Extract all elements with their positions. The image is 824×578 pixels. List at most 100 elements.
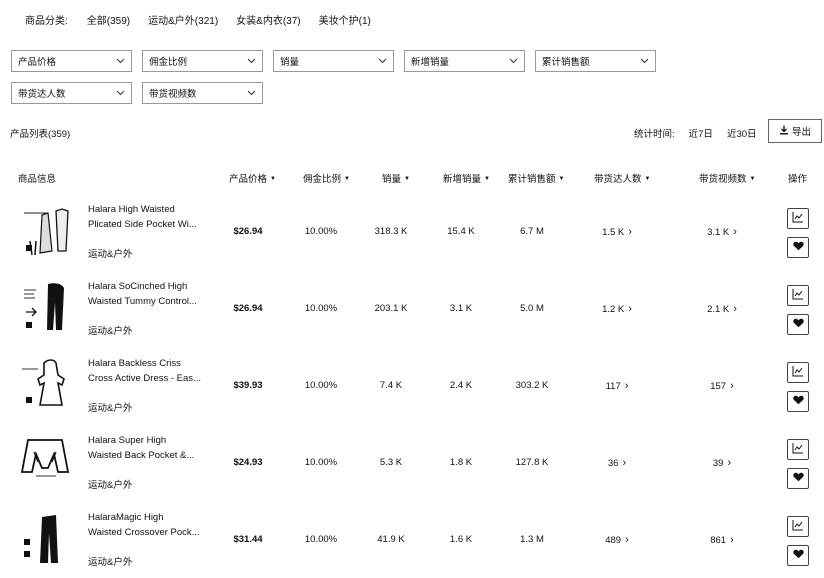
- trend-chart-button[interactable]: [787, 285, 809, 306]
- influencers-link[interactable]: 489 ›: [605, 534, 629, 546]
- product-thumbnail[interactable]: [18, 355, 72, 409]
- revenue-value: 303.2 K: [515, 380, 549, 391]
- product-name[interactable]: Halara SoCinched High Waisted Tummy Cont…: [88, 279, 206, 309]
- header-label: 累计销售额: [508, 174, 556, 185]
- chevron-down-icon: [377, 56, 387, 66]
- header-label: 佣金比例: [303, 174, 342, 185]
- header-actions: 操作: [788, 171, 807, 185]
- commission-value: 10.00%: [304, 226, 338, 237]
- filter-commission[interactable]: 佣金比例: [142, 50, 263, 72]
- filter-influencers[interactable]: 带货达人数: [11, 82, 132, 104]
- videos-link[interactable]: 861 ›: [710, 534, 734, 546]
- favorite-button[interactable]: [787, 391, 809, 412]
- header-revenue-sort[interactable]: 累计销售额 ▼: [508, 171, 564, 185]
- chevron-down-icon: [246, 56, 256, 66]
- trend-chart-icon: [792, 211, 804, 226]
- videos-link[interactable]: 39 ›: [713, 457, 731, 469]
- sales-value: 203.1 K: [374, 303, 408, 314]
- chevron-down-icon: [115, 88, 125, 98]
- product-name[interactable]: Halara Backless Criss Cross Active Dress…: [88, 356, 206, 386]
- product-category: 运动&户外: [88, 326, 133, 337]
- videos-link[interactable]: 157 ›: [710, 380, 734, 392]
- header-sales-sort[interactable]: 销量 ▼: [382, 171, 410, 185]
- filter-label: 产品价格: [18, 57, 57, 68]
- new-sales-value: 15.4 K: [447, 226, 475, 237]
- favorite-button[interactable]: [787, 545, 809, 566]
- sales-value: 318.3 K: [374, 226, 408, 237]
- commission-value: 10.00%: [304, 534, 338, 545]
- table-row: Halara Super High Waisted Back Pocket &.…: [0, 427, 824, 504]
- product-name[interactable]: HalaraMagic High Waisted Crossover Pock.…: [88, 510, 206, 540]
- price-value: $26.94: [233, 303, 263, 314]
- product-category: 运动&户外: [88, 557, 133, 568]
- category-label: 商品分类:: [25, 16, 68, 27]
- category-beauty[interactable]: 美妆个护(1): [319, 12, 371, 27]
- header-label: 带货视频数: [699, 174, 747, 185]
- header-label: 销量: [382, 174, 402, 185]
- influencers-value: 36: [607, 458, 619, 469]
- sort-caret-icon: ▼: [558, 176, 565, 183]
- chevron-right-icon: ›: [730, 534, 734, 546]
- favorite-button[interactable]: [787, 314, 809, 335]
- trend-chart-button[interactable]: [787, 362, 809, 383]
- table-row: Halara SoCinched High Waisted Tummy Cont…: [0, 273, 824, 350]
- videos-link[interactable]: 3.1 K ›: [707, 226, 737, 238]
- product-thumbnail[interactable]: [18, 201, 72, 256]
- trend-chart-button[interactable]: [787, 208, 809, 229]
- filter-revenue[interactable]: 累计销售额: [535, 50, 656, 72]
- filter-price[interactable]: 产品价格: [11, 50, 132, 72]
- revenue-value: 5.0 M: [520, 303, 544, 314]
- trend-chart-icon: [792, 519, 804, 534]
- filter-new-sales[interactable]: 新增销量: [404, 50, 525, 72]
- sales-value: 7.4 K: [379, 380, 403, 391]
- product-thumbnail[interactable]: [18, 432, 72, 486]
- influencers-link[interactable]: 117 ›: [606, 380, 629, 392]
- influencers-link[interactable]: 1.5 K ›: [602, 226, 632, 238]
- revenue-value: 127.8 K: [515, 457, 549, 468]
- product-thumbnail[interactable]: [18, 278, 72, 332]
- category-womens-underwear[interactable]: 女装&内衣(37): [236, 12, 300, 27]
- influencers-link[interactable]: 36 ›: [608, 457, 626, 469]
- favorite-button[interactable]: [787, 237, 809, 258]
- chevron-right-icon: ›: [624, 380, 629, 392]
- header-influencers-sort[interactable]: 带货达人数 ▼: [594, 171, 650, 185]
- product-name-line: Waisted Tummy Control...: [88, 296, 197, 307]
- favorite-button[interactable]: [787, 468, 809, 489]
- videos-link[interactable]: 2.1 K ›: [707, 303, 737, 315]
- videos-value: 157: [710, 381, 727, 392]
- sales-value: 5.3 K: [379, 457, 403, 468]
- product-name-line: Plicated Side Pocket Wi...: [88, 219, 197, 230]
- export-button[interactable]: 导出: [768, 119, 822, 143]
- table-row: Halara High Waisted Plicated Side Pocket…: [0, 196, 824, 273]
- stat-option-30d[interactable]: 近30日: [727, 126, 757, 140]
- category-all[interactable]: 全部(359): [87, 12, 130, 27]
- trend-chart-button[interactable]: [787, 439, 809, 460]
- category-bar: 商品分类: 全部(359) 运动&户外(321) 女装&内衣(37) 美妆个护(…: [25, 12, 389, 27]
- header-new-sales-sort[interactable]: 新增销量 ▼: [443, 171, 490, 185]
- influencers-link[interactable]: 1.2 K ›: [602, 303, 632, 315]
- header-videos-sort[interactable]: 带货视频数 ▼: [699, 171, 755, 185]
- product-name[interactable]: Halara High Waisted Plicated Side Pocket…: [88, 202, 206, 232]
- trend-chart-button[interactable]: [787, 516, 809, 537]
- new-sales-value: 1.6 K: [449, 534, 473, 545]
- product-thumbnail[interactable]: [18, 509, 72, 563]
- chevron-right-icon: ›: [733, 226, 737, 238]
- stat-option-7d[interactable]: 近7日: [689, 126, 713, 140]
- sort-caret-icon: ▼: [484, 176, 490, 183]
- product-name[interactable]: Halara Super High Waisted Back Pocket &.…: [88, 433, 206, 463]
- filter-videos[interactable]: 带货视频数: [142, 82, 263, 104]
- stat-label: 统计时间:: [634, 129, 675, 140]
- filter-sales[interactable]: 销量: [273, 50, 394, 72]
- sort-caret-icon: ▼: [644, 176, 651, 183]
- category-sports-outdoor[interactable]: 运动&户外(321): [148, 12, 218, 27]
- revenue-value: 1.3 M: [520, 534, 544, 545]
- new-sales-value: 3.1 K: [449, 303, 473, 314]
- chevron-right-icon: ›: [727, 457, 732, 469]
- header-price-sort[interactable]: 产品价格 ▼: [229, 171, 276, 185]
- influencers-value: 117: [605, 381, 621, 392]
- product-name-line: Halara SoCinched High: [88, 281, 188, 292]
- export-label: 导出: [791, 127, 811, 138]
- header-commission-sort[interactable]: 佣金比例 ▼: [303, 171, 350, 185]
- heart-icon: [792, 549, 804, 562]
- filter-bar: 产品价格 佣金比例 销量 新增销量 累计销售额 带货达人数 带货视频数: [11, 50, 783, 104]
